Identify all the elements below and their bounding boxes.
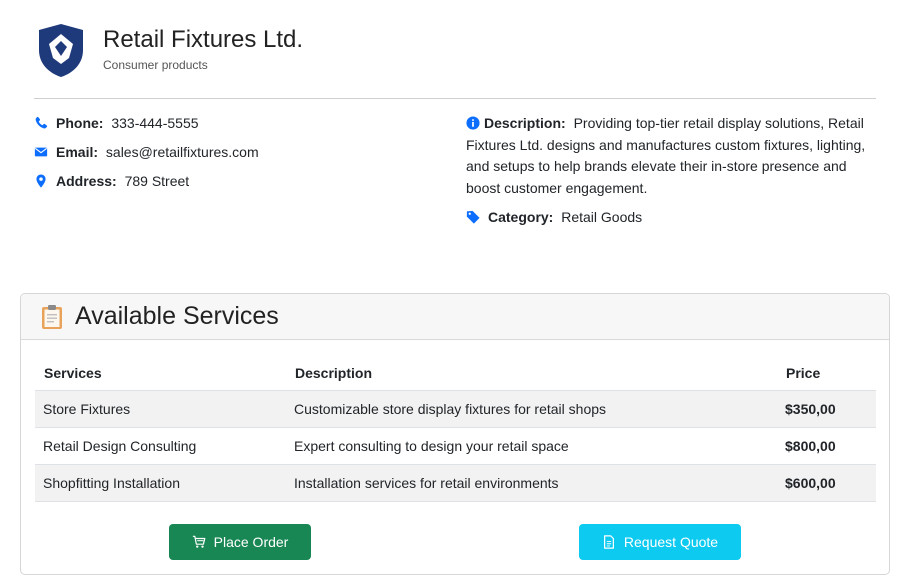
- place-order-label: Place Order: [213, 534, 289, 550]
- company-details: Description: Providing top-tier retail d…: [466, 113, 878, 236]
- column-header-services: Services: [35, 356, 286, 391]
- address-label: Address:: [56, 173, 121, 189]
- table-row: Store Fixtures Customizable store displa…: [35, 390, 876, 428]
- cart-icon: [192, 535, 206, 548]
- contact-info: Phone: 333-444-5555 Email: sales@retailf…: [34, 113, 434, 200]
- phone-row: Phone: 333-444-5555: [34, 113, 434, 134]
- service-price: $350,00: [777, 390, 876, 428]
- company-header: Retail Fixtures Ltd. Consumer products: [36, 22, 303, 78]
- service-description: Installation services for retail environ…: [286, 464, 777, 502]
- shield-logo-icon: [39, 24, 83, 77]
- description-row: Description: Providing top-tier retail d…: [466, 113, 878, 199]
- clipboard-icon: [42, 304, 62, 329]
- company-subtitle: Consumer products: [103, 58, 208, 72]
- column-header-price: Price: [777, 356, 876, 391]
- email-value[interactable]: sales@retailfixtures.com: [106, 144, 259, 160]
- services-card-header: Available Services: [21, 294, 889, 340]
- services-title: Available Services: [75, 302, 279, 330]
- category-row: Category: Retail Goods: [466, 207, 878, 228]
- request-quote-label: Request Quote: [623, 534, 719, 550]
- email-label: Email:: [56, 144, 102, 160]
- place-order-button[interactable]: Place Order: [169, 524, 311, 560]
- service-description: Customizable store display fixtures for …: [286, 390, 777, 428]
- column-header-description: Description: [286, 356, 777, 391]
- category-value: Retail Goods: [561, 209, 643, 225]
- info-circle-icon: [466, 116, 480, 130]
- company-name: Retail Fixtures Ltd.: [103, 26, 304, 53]
- category-label: Category:: [488, 209, 558, 225]
- map-pin-icon: [36, 174, 46, 188]
- envelope-icon: [34, 147, 48, 157]
- service-name: Shopfitting Installation: [35, 464, 286, 502]
- table-header-row: Services Description Price: [35, 356, 876, 391]
- services-table: Services Description Price Store Fixture…: [35, 356, 876, 502]
- table-row: Retail Design Consulting Expert consulti…: [35, 427, 876, 465]
- service-name: Retail Design Consulting: [35, 427, 286, 465]
- phone-value[interactable]: 333-444-5555: [111, 115, 198, 131]
- address-value: 789 Street: [124, 173, 190, 189]
- services-card: Available Services Services Description …: [20, 293, 890, 575]
- request-quote-button[interactable]: Request Quote: [579, 524, 741, 560]
- phone-label: Phone:: [56, 115, 108, 131]
- service-name: Store Fixtures: [35, 390, 286, 428]
- tag-icon: [466, 210, 480, 224]
- header-divider: [34, 98, 876, 99]
- document-icon: [603, 535, 614, 549]
- phone-icon: [35, 116, 48, 129]
- address-row: Address: 789 Street: [34, 171, 434, 192]
- table-row: Shopfitting Installation Installation se…: [35, 464, 876, 502]
- email-row: Email: sales@retailfixtures.com: [34, 142, 434, 163]
- service-price: $800,00: [777, 427, 876, 465]
- description-label: Description:: [484, 115, 570, 131]
- service-price: $600,00: [777, 464, 876, 502]
- service-description: Expert consulting to design your retail …: [286, 427, 777, 465]
